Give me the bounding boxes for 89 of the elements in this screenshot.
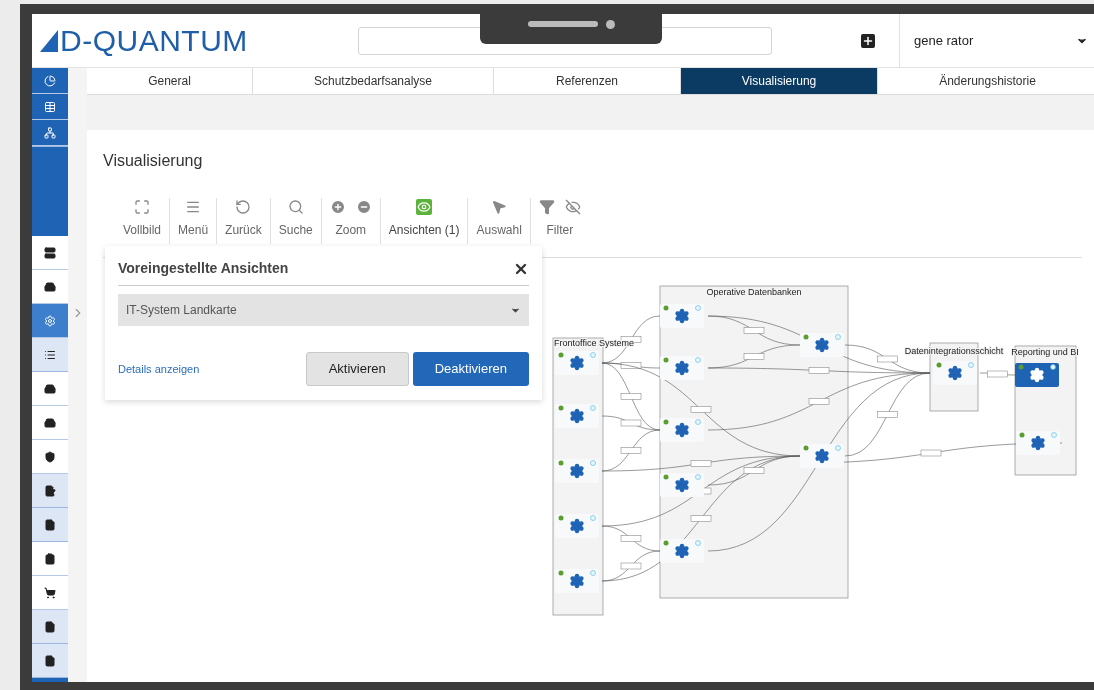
system-node[interactable] [555,351,599,375]
sidebar-item[interactable] [32,576,68,610]
tab[interactable]: Visualisierung [681,68,878,94]
system-node[interactable] [1015,363,1059,387]
gear-icon [676,423,688,437]
eye-icon [416,199,433,215]
toolbar-button[interactable]: Zurück [217,198,270,244]
group-title: Datenintegrationsschicht [904,346,1004,356]
activate-button[interactable]: Aktivieren [305,352,409,386]
cart-icon [44,586,56,599]
deactivate-button[interactable]: Deaktivieren [412,352,529,386]
gear-icon [44,314,56,327]
hidden-eye-icon [564,199,581,215]
system-node[interactable] [660,356,704,380]
system-node[interactable] [555,514,599,538]
shield-icon [44,450,56,463]
sidebar-item[interactable] [32,474,68,508]
system-node[interactable] [555,459,599,483]
details-link[interactable]: Details anzeigen [118,360,306,378]
table-icon [44,100,56,113]
system-node[interactable] [800,333,844,357]
view-select[interactable]: IT-System Landkarte [118,294,529,326]
inbox-icon [44,382,56,395]
document-icon [44,620,56,633]
sidebar-item[interactable] [32,644,68,678]
pointer-icon [491,199,508,215]
sidebar-item[interactable] [32,440,68,474]
gear-icon [676,361,688,375]
gear-icon [676,478,688,492]
file-icon [44,654,56,667]
toolbar-button[interactable]: Suche [270,198,321,244]
system-node[interactable] [555,404,599,428]
add-icon[interactable] [860,33,875,48]
filter-icon [538,199,555,215]
inbox-icon [44,280,56,293]
toolbar-button[interactable]: Filter [530,198,589,244]
gear-icon [571,519,583,533]
system-node[interactable] [800,444,844,468]
toolbar-button[interactable]: Auswahl [468,198,530,244]
toolbar-button[interactable]: Ansichten (1) [380,198,468,244]
group-title: Reporting und BI [1011,347,1079,357]
sidebar-item[interactable] [32,610,68,644]
toolbar-button[interactable]: Menü [170,198,217,244]
panel-title: Voreingestellte Ansichten [118,259,290,278]
pie-chart-icon [44,74,56,87]
system-node[interactable] [933,361,977,385]
gear-icon [676,544,688,558]
system-node[interactable] [1016,431,1060,455]
sidebar-item[interactable] [32,508,68,542]
gear-icon [571,356,583,370]
search-icon [287,199,304,215]
system-node[interactable] [660,418,704,442]
sidebar-item[interactable] [32,236,68,270]
gear-icon [1031,368,1043,382]
network-icon [44,126,56,139]
gear-icon [571,409,583,423]
menu-icon [185,199,202,215]
fullscreen-icon [134,199,150,215]
system-node[interactable] [555,569,599,593]
document-icon [44,518,56,531]
undo-icon [235,199,252,215]
zoom-out-icon [355,199,372,215]
system-node[interactable] [660,304,704,328]
logo-text: D-QUANTUM [60,25,248,56]
sidebar-item[interactable] [32,406,68,440]
group-title: Operative Datenbanken [706,287,802,297]
sidebar-item[interactable] [32,372,68,406]
toolbar-button[interactable]: Vollbild [115,198,170,244]
gear-icon [676,309,688,323]
page-title: Visualisierung [103,151,203,171]
group-title: Frontoffice Systeme [554,338,634,348]
system-node[interactable] [660,539,704,563]
connector-line [979,370,1016,378]
gear-icon [949,366,961,380]
sidebar-item[interactable] [32,542,68,576]
toolbar-button[interactable]: Zoom [321,198,380,244]
gear-icon [571,464,583,478]
inbox-icon [44,416,56,429]
user-select[interactable]: gene rator [900,14,1094,67]
gear-icon [571,574,583,588]
zoom-in-icon [329,199,346,215]
list-icon [44,348,56,361]
server-icon [44,246,56,259]
gear-icon [1032,436,1044,450]
gear-icon [816,338,828,352]
gear-icon [816,449,828,463]
logo-icon [40,29,58,52]
system-node[interactable] [660,473,704,497]
sidebar-item[interactable] [32,270,68,304]
